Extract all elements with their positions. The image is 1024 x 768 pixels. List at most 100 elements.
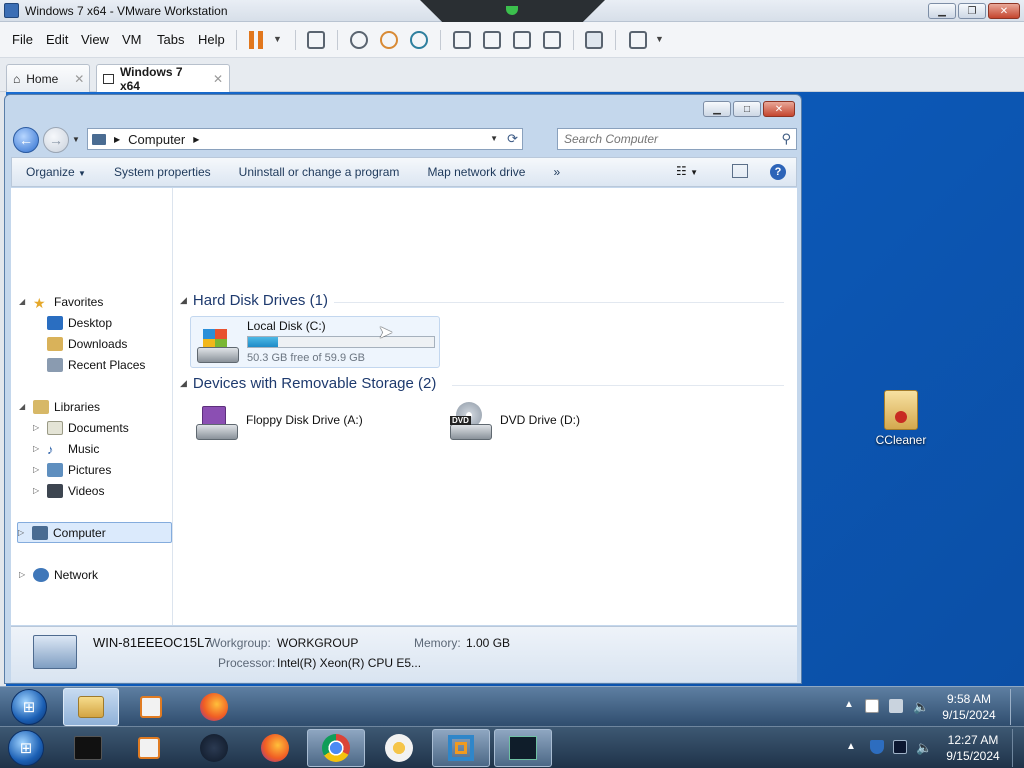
expand-arrow-icon[interactable]: ▷: [33, 423, 42, 432]
pause-dropdown-icon[interactable]: ▼: [273, 34, 282, 44]
menu-help[interactable]: Help: [198, 32, 225, 47]
host-close-button[interactable]: ✕: [988, 3, 1020, 19]
volume-icon[interactable]: 🔈: [916, 740, 932, 755]
security-tray-icon[interactable]: [870, 740, 884, 754]
revert-snapshot-icon[interactable]: [380, 31, 398, 49]
change-view-icon[interactable]: ☷ ▼: [676, 164, 698, 178]
menu-file[interactable]: File: [12, 32, 33, 47]
drive-local-disk-c[interactable]: Local Disk (C:) 50.3 GB free of 59.9 GB: [190, 316, 440, 368]
group-hard-disk-drives[interactable]: ◢ Hard Disk Drives (1): [180, 292, 328, 309]
menu-tabs[interactable]: Tabs: [157, 32, 184, 47]
stretch-dropdown-icon[interactable]: ▼: [655, 34, 664, 44]
map-network-drive-button[interactable]: Map network drive: [413, 165, 539, 179]
breadcrumb-separator-icon[interactable]: ▶: [193, 135, 199, 144]
uninstall-program-button[interactable]: Uninstall or change a program: [225, 165, 414, 179]
nav-item-recent-places[interactable]: Recent Places: [33, 354, 145, 375]
search-input[interactable]: [558, 129, 768, 149]
nav-network[interactable]: ▷ Network: [19, 564, 98, 585]
back-icon[interactable]: ←: [13, 127, 39, 153]
expand-arrow-icon[interactable]: ▷: [33, 444, 42, 453]
taskbar-vpn[interactable]: [370, 729, 428, 767]
taskbar-explorer[interactable]: [63, 688, 119, 726]
full-screen-icon[interactable]: [513, 31, 531, 49]
show-library-icon[interactable]: [453, 31, 471, 49]
taskbar-app[interactable]: [185, 729, 243, 767]
host-restore-button[interactable]: ❐: [958, 3, 986, 19]
show-hidden-icons-icon[interactable]: ▲: [844, 699, 854, 710]
organize-button[interactable]: Organize ▼: [12, 165, 100, 179]
explorer-minimize-button[interactable]: ▁: [703, 101, 731, 117]
send-ctrl-alt-del-icon[interactable]: [307, 31, 325, 49]
network-tray-icon[interactable]: [889, 699, 903, 713]
nav-item-downloads[interactable]: Downloads: [33, 333, 127, 354]
expand-arrow-icon[interactable]: ▷: [18, 528, 27, 537]
nav-item-documents[interactable]: ▷ Documents: [33, 417, 129, 438]
show-desktop-button[interactable]: [1010, 689, 1022, 725]
menu-view[interactable]: View: [81, 32, 109, 47]
nav-libraries[interactable]: ◢ Libraries: [19, 396, 100, 417]
preview-pane-icon[interactable]: [732, 164, 748, 178]
group-removable-storage[interactable]: ◢ Devices with Removable Storage (2): [180, 375, 436, 392]
taskbar-media-player[interactable]: [120, 729, 178, 767]
taskbar-vmware[interactable]: [432, 729, 490, 767]
show-hidden-icons-icon[interactable]: ▲: [846, 741, 856, 752]
breadcrumb-computer[interactable]: Computer: [128, 132, 185, 147]
menu-vm[interactable]: VM: [122, 32, 142, 47]
collapse-arrow-icon[interactable]: ◢: [19, 402, 28, 411]
nav-item-desktop[interactable]: Desktop: [33, 312, 112, 333]
taskbar-chrome[interactable]: [307, 729, 365, 767]
help-icon[interactable]: ?: [770, 164, 786, 180]
system-properties-button[interactable]: System properties: [100, 165, 225, 179]
collapse-arrow-icon[interactable]: ◢: [19, 297, 28, 306]
snapshot-manager-icon[interactable]: [410, 31, 428, 49]
tab-home[interactable]: ⌂ Home ✕: [6, 64, 90, 92]
nav-favorites[interactable]: ◢ ★ Favorites: [19, 291, 103, 312]
expand-arrow-icon[interactable]: ▷: [33, 465, 42, 474]
menu-edit[interactable]: Edit: [46, 32, 68, 47]
taskbar-monitor[interactable]: [494, 729, 552, 767]
address-bar[interactable]: ▶ Computer ▶ ▼ ⟳: [87, 128, 523, 150]
address-dropdown-icon[interactable]: ▼: [490, 134, 498, 143]
display-tray-icon[interactable]: [893, 740, 907, 754]
taskbar-terminal[interactable]: [59, 729, 117, 767]
drive-dvd-d[interactable]: DVD DVD Drive (D:): [444, 400, 664, 450]
explorer-close-button[interactable]: ✕: [763, 101, 795, 117]
volume-icon[interactable]: 🔈: [913, 699, 929, 714]
tab-home-close-icon[interactable]: ✕: [74, 72, 84, 86]
drive-floppy-a[interactable]: Floppy Disk Drive (A:): [190, 400, 410, 450]
pause-icon[interactable]: [247, 31, 265, 49]
refresh-icon[interactable]: ⟳: [507, 131, 518, 147]
tab-windows7[interactable]: Windows 7 x64 ✕: [96, 64, 230, 93]
collapse-group-icon[interactable]: ◢: [180, 295, 187, 306]
host-clock[interactable]: 12:27 AM 9/15/2024: [938, 732, 1008, 764]
console-view-icon[interactable]: [585, 31, 603, 49]
snapshot-icon[interactable]: [350, 31, 368, 49]
breadcrumb-separator-icon[interactable]: ▶: [114, 135, 120, 144]
action-center-icon[interactable]: [865, 699, 879, 713]
nav-item-music[interactable]: ▷ ♪ Music: [33, 438, 99, 459]
recent-pages-icon[interactable]: ▼: [72, 135, 80, 144]
forward-icon[interactable]: →: [43, 127, 69, 153]
thumbnail-bar-icon[interactable]: [483, 31, 501, 49]
search-icon[interactable]: ⚲: [781, 131, 791, 147]
host-minimize-button[interactable]: ▁: [928, 3, 956, 19]
collapse-group-icon[interactable]: ◢: [180, 378, 187, 389]
guest-clock[interactable]: 9:58 AM 9/15/2024: [938, 691, 1000, 723]
desktop-icon-ccleaner[interactable]: CCleaner: [868, 390, 934, 447]
search-box[interactable]: ⚲: [557, 128, 797, 150]
taskbar-firefox[interactable]: [186, 688, 242, 726]
explorer-maximize-button[interactable]: □: [733, 101, 761, 117]
start-button-icon[interactable]: ⊞: [11, 689, 47, 725]
show-desktop-button[interactable]: [1012, 729, 1022, 767]
more-commands-button[interactable]: »: [539, 165, 574, 179]
taskbar-firefox[interactable]: [246, 729, 304, 767]
start-orb-icon[interactable]: ⊞: [8, 730, 44, 766]
nav-item-pictures[interactable]: ▷ Pictures: [33, 459, 111, 480]
nav-computer[interactable]: ▷ Computer: [17, 522, 172, 543]
taskbar-media-player[interactable]: [123, 688, 179, 726]
tab-windows7-close-icon[interactable]: ✕: [213, 72, 223, 86]
stretch-guest-icon[interactable]: [629, 31, 647, 49]
unity-icon[interactable]: [543, 31, 561, 49]
expand-arrow-icon[interactable]: ▷: [19, 570, 28, 579]
nav-item-videos[interactable]: ▷ Videos: [33, 480, 104, 501]
